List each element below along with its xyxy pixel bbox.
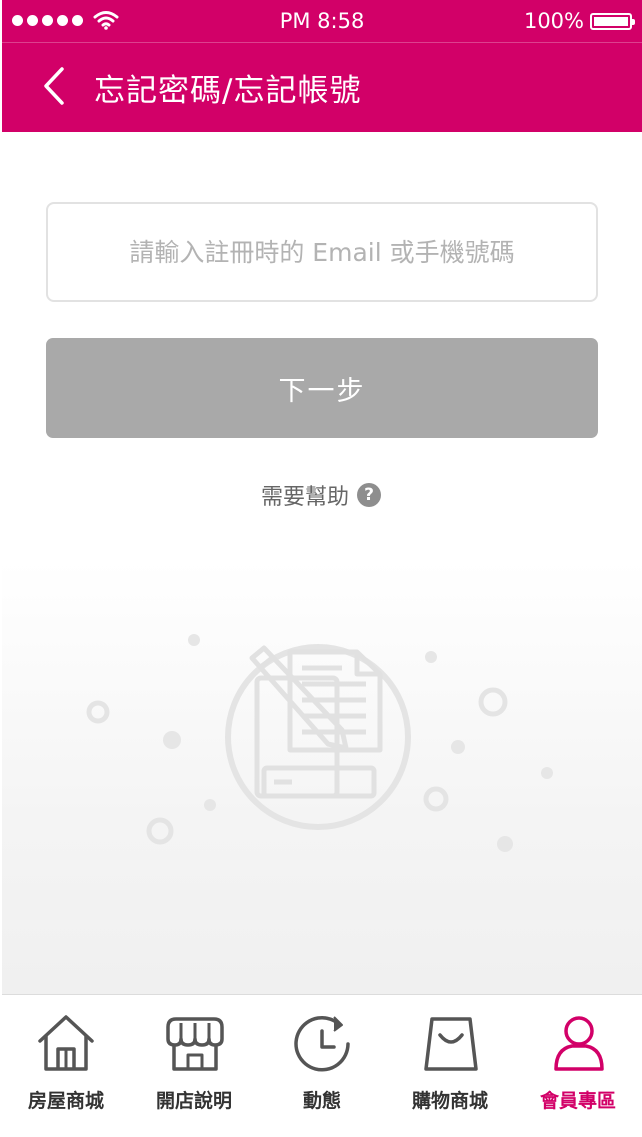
shopping-bag-icon — [424, 1017, 478, 1071]
document-edit-illustration-icon — [86, 634, 553, 852]
user-icon — [554, 1016, 604, 1071]
illustration-area — [2, 560, 642, 994]
tab-label: 購物商城 — [411, 1090, 488, 1112]
nav-bar: 忘記密碼/忘記帳號 — [2, 43, 642, 132]
battery-indicator: 100% — [523, 9, 635, 33]
bottom-tab-bar: 房屋商城 開店說明 動態 購物商城 會員專區 — [2, 994, 642, 1137]
help-link[interactable]: 需要幫助 ? — [0, 479, 642, 511]
tab-label: 會員專區 — [539, 1090, 616, 1112]
tab-member-zone[interactable]: 會員專區 — [514, 995, 642, 1137]
tab-label: 房屋商城 — [27, 1090, 104, 1112]
tab-label: 開店說明 — [155, 1090, 232, 1112]
chevron-left-icon — [44, 67, 64, 105]
clock-refresh-icon — [294, 1016, 350, 1072]
tab-house-mall[interactable]: 房屋商城 — [2, 995, 130, 1137]
tab-activity[interactable]: 動態 — [258, 995, 386, 1137]
house-icon — [38, 1015, 94, 1071]
status-bar: PM 8:58 100% — [2, 0, 642, 43]
question-mark-icon: ? — [357, 483, 381, 507]
tab-shop-guide[interactable]: 開店說明 — [130, 995, 258, 1137]
battery-percent: 100% — [523, 9, 584, 33]
tab-label: 動態 — [302, 1090, 341, 1112]
help-label: 需要幫助 — [260, 485, 349, 510]
page-title: 忘記密碼/忘記帳號 — [94, 73, 362, 109]
back-button[interactable] — [38, 61, 78, 111]
account-input-container — [46, 202, 598, 302]
email-or-phone-input[interactable] — [48, 236, 596, 268]
next-button[interactable]: 下一步 — [46, 338, 598, 438]
tab-shopping-mall[interactable]: 購物商城 — [386, 995, 514, 1137]
battery-icon — [590, 12, 635, 30]
storefront-icon — [166, 1017, 224, 1071]
